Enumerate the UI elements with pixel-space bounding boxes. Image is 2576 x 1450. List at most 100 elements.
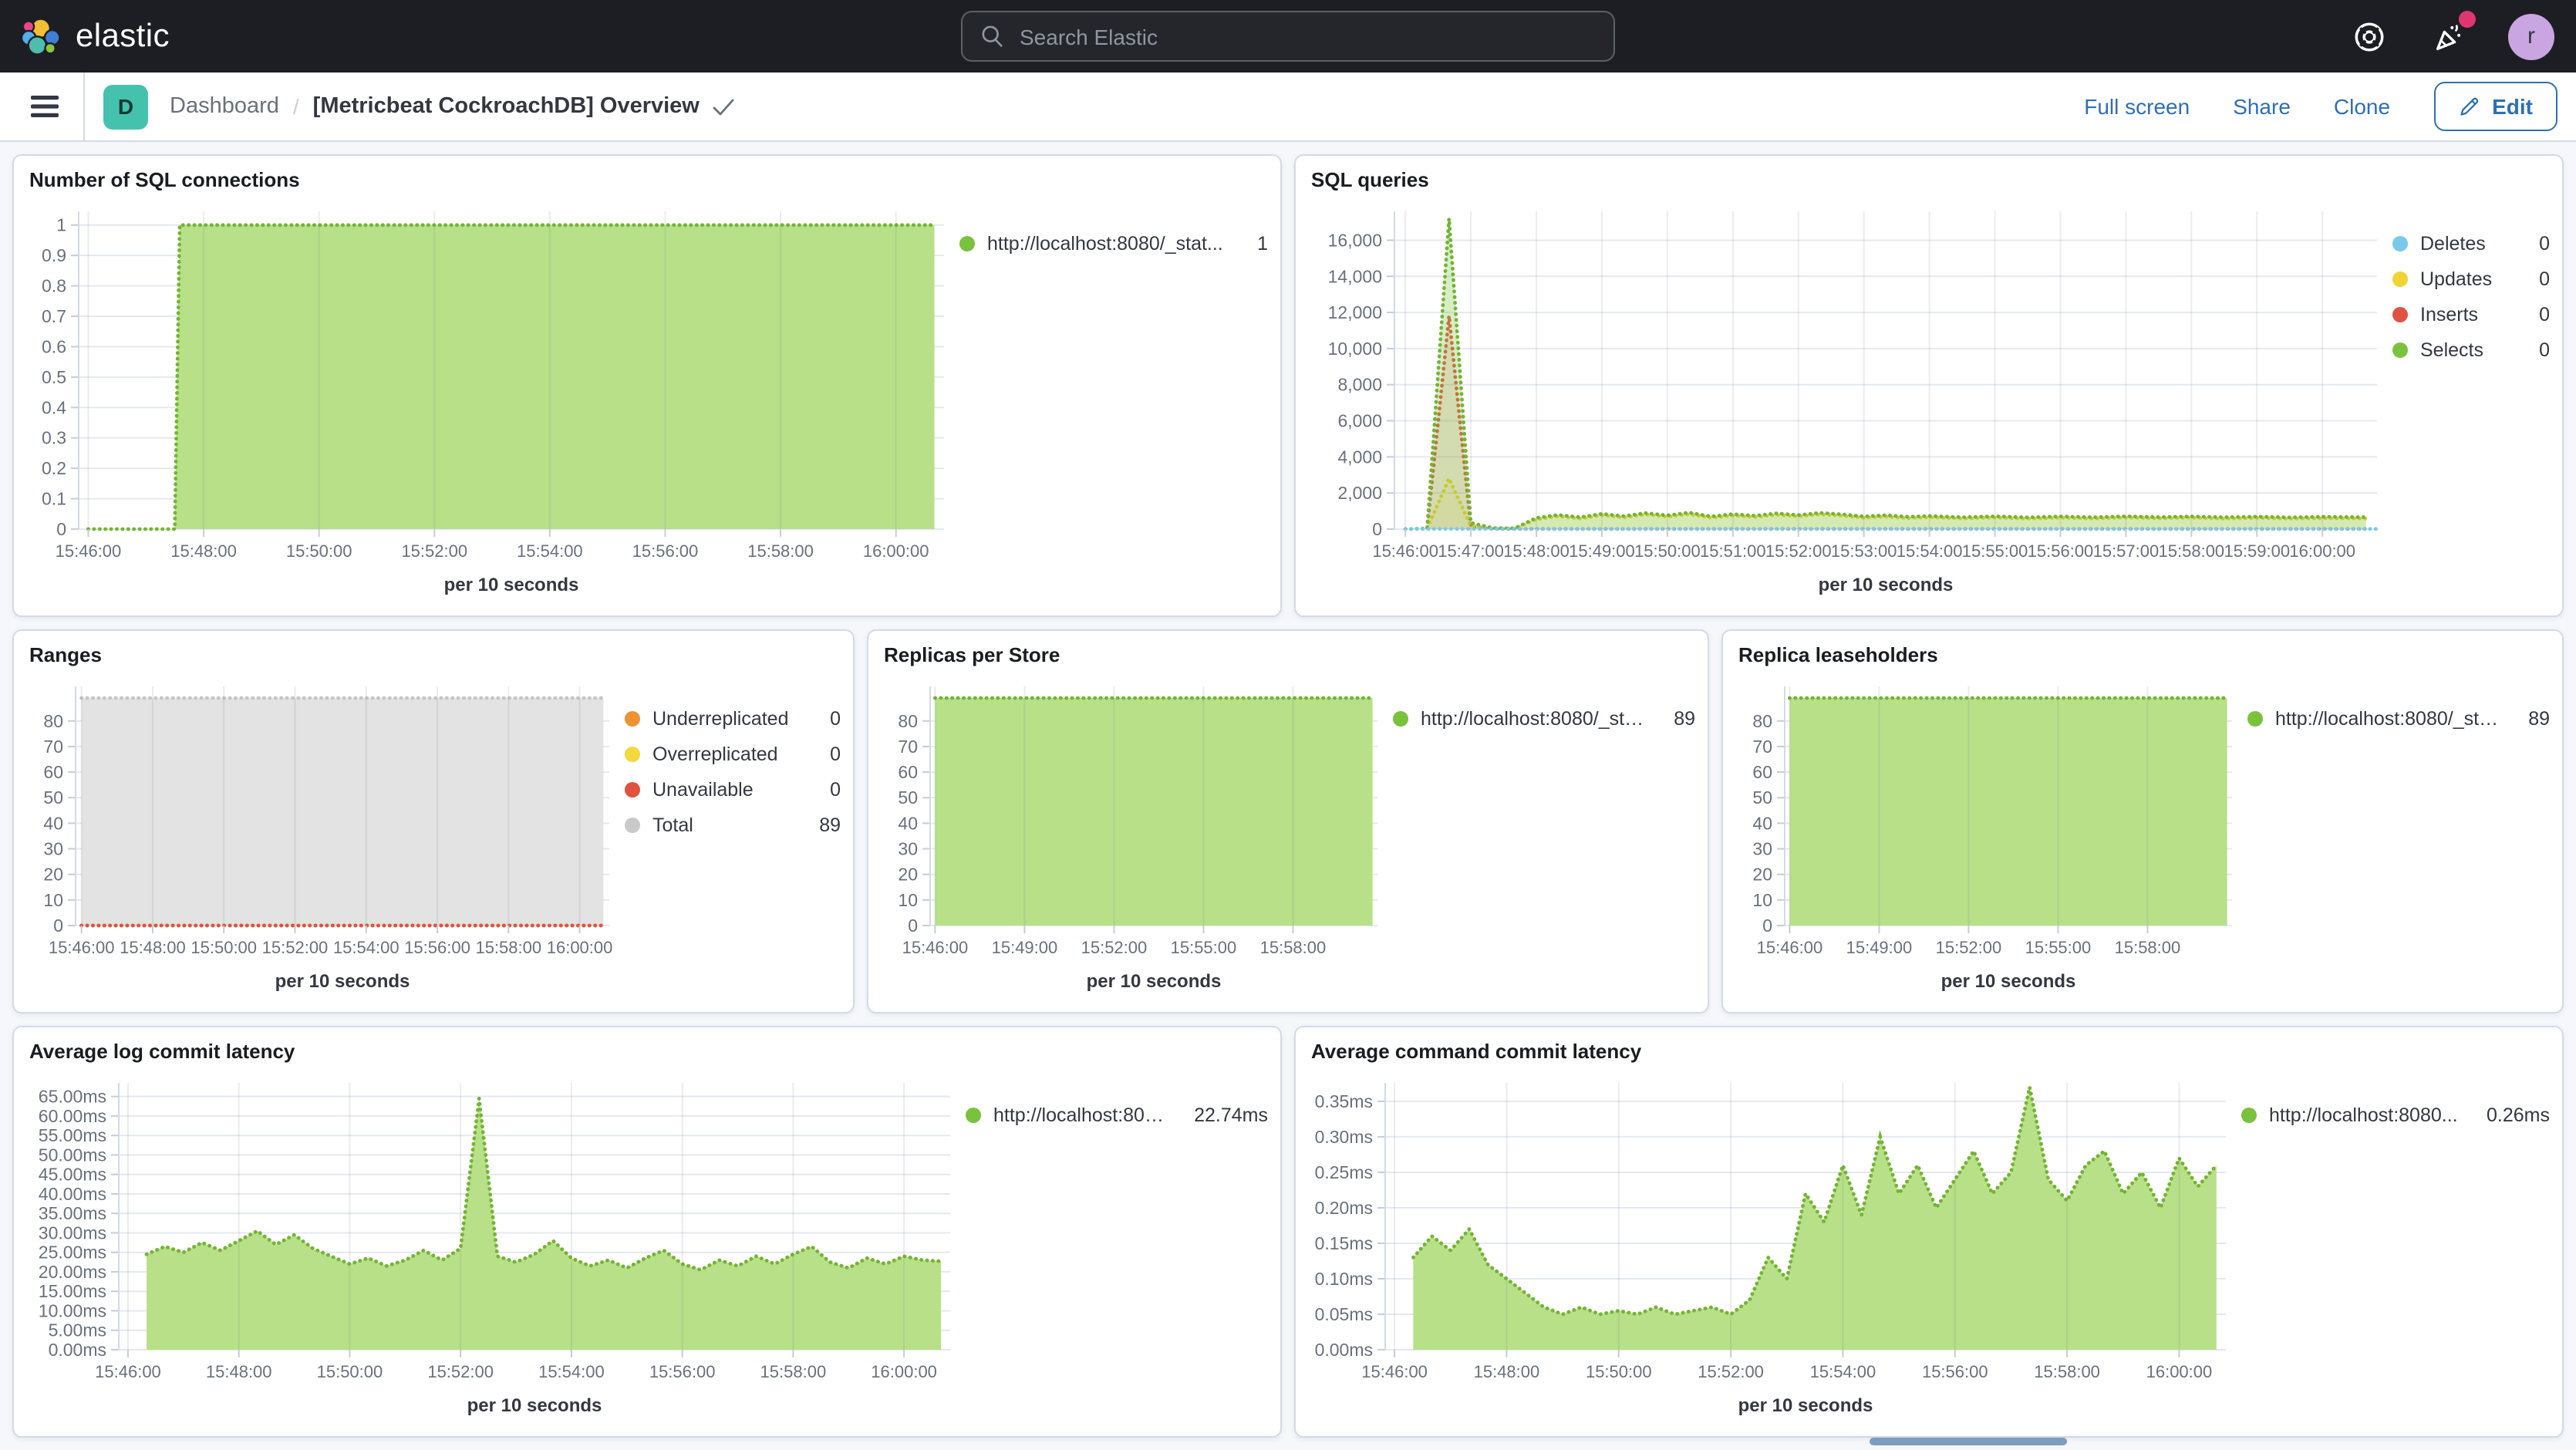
legend-item[interactable]: Inserts0 bbox=[2392, 304, 2550, 325]
svg-text:15:53:00: 15:53:00 bbox=[1831, 541, 1897, 561]
help-button[interactable] bbox=[2348, 15, 2391, 58]
svg-text:15:58:00: 15:58:00 bbox=[1260, 938, 1327, 957]
chart-legend: http://localhost:8080/_sta...89 bbox=[1393, 674, 1695, 1000]
svg-text:15:55:00: 15:55:00 bbox=[1962, 541, 2028, 561]
svg-text:30: 30 bbox=[43, 839, 63, 859]
chart-legend: http://localhost:8080/_stat...1 bbox=[959, 199, 1268, 603]
clone-button[interactable]: Clone bbox=[2334, 94, 2390, 119]
legend-dot bbox=[2392, 307, 2408, 322]
chart-replicas-per-store[interactable]: 0102030405060708015:46:0015:49:0015:52:0… bbox=[881, 674, 1393, 1000]
svg-text:0.1: 0.1 bbox=[42, 489, 66, 509]
chart-sql-queries[interactable]: 02,0004,0006,0008,00010,00012,00014,0001… bbox=[1308, 199, 2392, 603]
svg-text:10,000: 10,000 bbox=[1328, 339, 1382, 359]
svg-text:15:58:00: 15:58:00 bbox=[2115, 938, 2181, 957]
svg-text:15:46:00: 15:46:00 bbox=[902, 938, 969, 957]
edit-button[interactable]: Edit bbox=[2433, 82, 2557, 131]
svg-text:15:58:00: 15:58:00 bbox=[475, 938, 541, 957]
toolbar: D Dashboard / [Metricbeat CockroachDB] O… bbox=[0, 72, 2576, 142]
svg-text:15:54:00: 15:54:00 bbox=[517, 541, 583, 561]
legend-item[interactable]: Overreplicated0 bbox=[625, 744, 841, 765]
svg-text:50.00ms: 50.00ms bbox=[39, 1145, 106, 1165]
legend-label: http://localhost:808... bbox=[993, 1104, 1166, 1126]
legend-item[interactable]: Unavailable0 bbox=[625, 779, 841, 801]
breadcrumb: Dashboard / [Metricbeat CockroachDB] Ove… bbox=[170, 94, 735, 119]
legend-dot bbox=[2247, 711, 2263, 727]
chart-ranges[interactable]: 0102030405060708015:46:0015:48:0015:50:0… bbox=[26, 674, 625, 1000]
legend-item[interactable]: http://localhost:8080/_stat...1 bbox=[959, 233, 1268, 255]
svg-text:0.4: 0.4 bbox=[42, 397, 66, 417]
svg-text:0: 0 bbox=[56, 519, 66, 539]
svg-text:0.20ms: 0.20ms bbox=[1315, 1198, 1373, 1218]
svg-text:15:51:00: 15:51:00 bbox=[1700, 541, 1766, 561]
svg-text:15:52:00: 15:52:00 bbox=[1081, 938, 1148, 957]
breadcrumb-dashboard-link[interactable]: Dashboard bbox=[170, 94, 279, 119]
legend-item[interactable]: http://localhost:8080/_sta...89 bbox=[1393, 708, 1695, 730]
chart-replica-leaseholders[interactable]: 0102030405060708015:46:0015:49:0015:52:0… bbox=[1735, 674, 2247, 1000]
svg-text:16:00:00: 16:00:00 bbox=[2146, 1362, 2213, 1381]
svg-text:per 10 seconds: per 10 seconds bbox=[444, 575, 579, 595]
legend-label: Deletes bbox=[2420, 233, 2486, 255]
svg-text:0.30ms: 0.30ms bbox=[1315, 1127, 1373, 1147]
svg-text:15:49:00: 15:49:00 bbox=[1846, 938, 1913, 957]
svg-text:15:47:00: 15:47:00 bbox=[1438, 541, 1504, 561]
elastic-logo-icon bbox=[22, 16, 62, 56]
svg-text:0.00ms: 0.00ms bbox=[49, 1340, 106, 1360]
search-input[interactable]: Search Elastic bbox=[961, 11, 1615, 62]
legend-label: http://localhost:8080/_sta... bbox=[2275, 708, 2500, 730]
svg-text:45.00ms: 45.00ms bbox=[39, 1165, 106, 1185]
svg-text:0.9: 0.9 bbox=[42, 245, 66, 265]
legend-dot bbox=[2392, 271, 2408, 287]
share-button[interactable]: Share bbox=[2233, 94, 2291, 119]
svg-text:16:00:00: 16:00:00 bbox=[2289, 541, 2355, 561]
svg-text:15.00ms: 15.00ms bbox=[39, 1281, 106, 1301]
legend-value: 89 bbox=[804, 814, 841, 836]
chart-command-commit-latency[interactable]: 0.00ms0.05ms0.10ms0.15ms0.20ms0.25ms0.30… bbox=[1308, 1071, 2241, 1424]
news-button[interactable] bbox=[2428, 15, 2471, 58]
svg-text:16:00:00: 16:00:00 bbox=[547, 938, 613, 957]
panel-title: Average log commit latency bbox=[29, 1040, 1268, 1067]
svg-text:30: 30 bbox=[1752, 839, 1772, 859]
svg-text:40: 40 bbox=[43, 813, 63, 833]
dashboard-grid: Number of SQL connections 00.10.20.30.40… bbox=[0, 142, 2576, 1450]
user-avatar[interactable]: r bbox=[2508, 13, 2554, 59]
svg-text:0: 0 bbox=[1762, 916, 1772, 936]
chart-log-commit-latency[interactable]: 0.00ms5.00ms10.00ms15.00ms20.00ms25.00ms… bbox=[26, 1071, 966, 1424]
legend-dot bbox=[625, 782, 640, 798]
legend-item[interactable]: Updates 0 bbox=[2392, 268, 2550, 290]
menu-button[interactable] bbox=[19, 72, 71, 140]
legend-item[interactable]: Deletes0 bbox=[2392, 233, 2550, 255]
svg-text:15:48:00: 15:48:00 bbox=[1474, 1362, 1540, 1381]
legend-item[interactable]: http://localhost:808...22.74ms bbox=[966, 1104, 1268, 1126]
legend-item[interactable]: Underreplicated0 bbox=[625, 708, 841, 730]
legend-item[interactable]: http://localhost:8080...0.26ms bbox=[2241, 1104, 2550, 1126]
legend-item[interactable]: Total89 bbox=[625, 814, 841, 836]
legend-label: Updates bbox=[2420, 268, 2492, 290]
svg-text:60: 60 bbox=[43, 762, 63, 782]
elastic-logo[interactable]: elastic bbox=[22, 16, 170, 56]
horizontal-scrollbar-thumb[interactable] bbox=[1870, 1438, 2067, 1445]
svg-text:60: 60 bbox=[1752, 762, 1772, 782]
legend-value: 0 bbox=[2524, 268, 2550, 290]
svg-text:15:48:00: 15:48:00 bbox=[1503, 541, 1570, 561]
chart-sql-connections[interactable]: 00.10.20.30.40.50.60.70.80.9115:46:0015:… bbox=[26, 199, 959, 603]
full-screen-button[interactable]: Full screen bbox=[2084, 94, 2190, 119]
svg-text:15:56:00: 15:56:00 bbox=[2028, 541, 2094, 561]
svg-text:per 10 seconds: per 10 seconds bbox=[1087, 971, 1222, 992]
svg-text:65.00ms: 65.00ms bbox=[39, 1087, 106, 1107]
legend-label: Inserts bbox=[2420, 304, 2478, 325]
svg-text:15:50:00: 15:50:00 bbox=[317, 1362, 383, 1381]
legend-dot bbox=[2241, 1108, 2257, 1123]
svg-text:60: 60 bbox=[898, 762, 918, 782]
svg-text:0.2: 0.2 bbox=[42, 458, 66, 478]
panel-sql-connections: Number of SQL connections 00.10.20.30.40… bbox=[12, 154, 1282, 617]
svg-text:0.00ms: 0.00ms bbox=[1315, 1340, 1373, 1360]
legend-item[interactable]: http://localhost:8080/_sta...89 bbox=[2247, 708, 2550, 730]
legend-item[interactable]: Selects0 bbox=[2392, 339, 2550, 361]
svg-text:80: 80 bbox=[43, 711, 63, 731]
svg-text:15:52:00: 15:52:00 bbox=[1765, 541, 1832, 561]
space-badge[interactable]: D bbox=[103, 84, 148, 129]
panel-replica-leaseholders: Replica leaseholders 0102030405060708015… bbox=[1721, 629, 2564, 1013]
svg-text:per 10 seconds: per 10 seconds bbox=[467, 1395, 602, 1416]
svg-text:15:46:00: 15:46:00 bbox=[56, 541, 122, 561]
panel-title: Replicas per Store bbox=[884, 643, 1695, 671]
